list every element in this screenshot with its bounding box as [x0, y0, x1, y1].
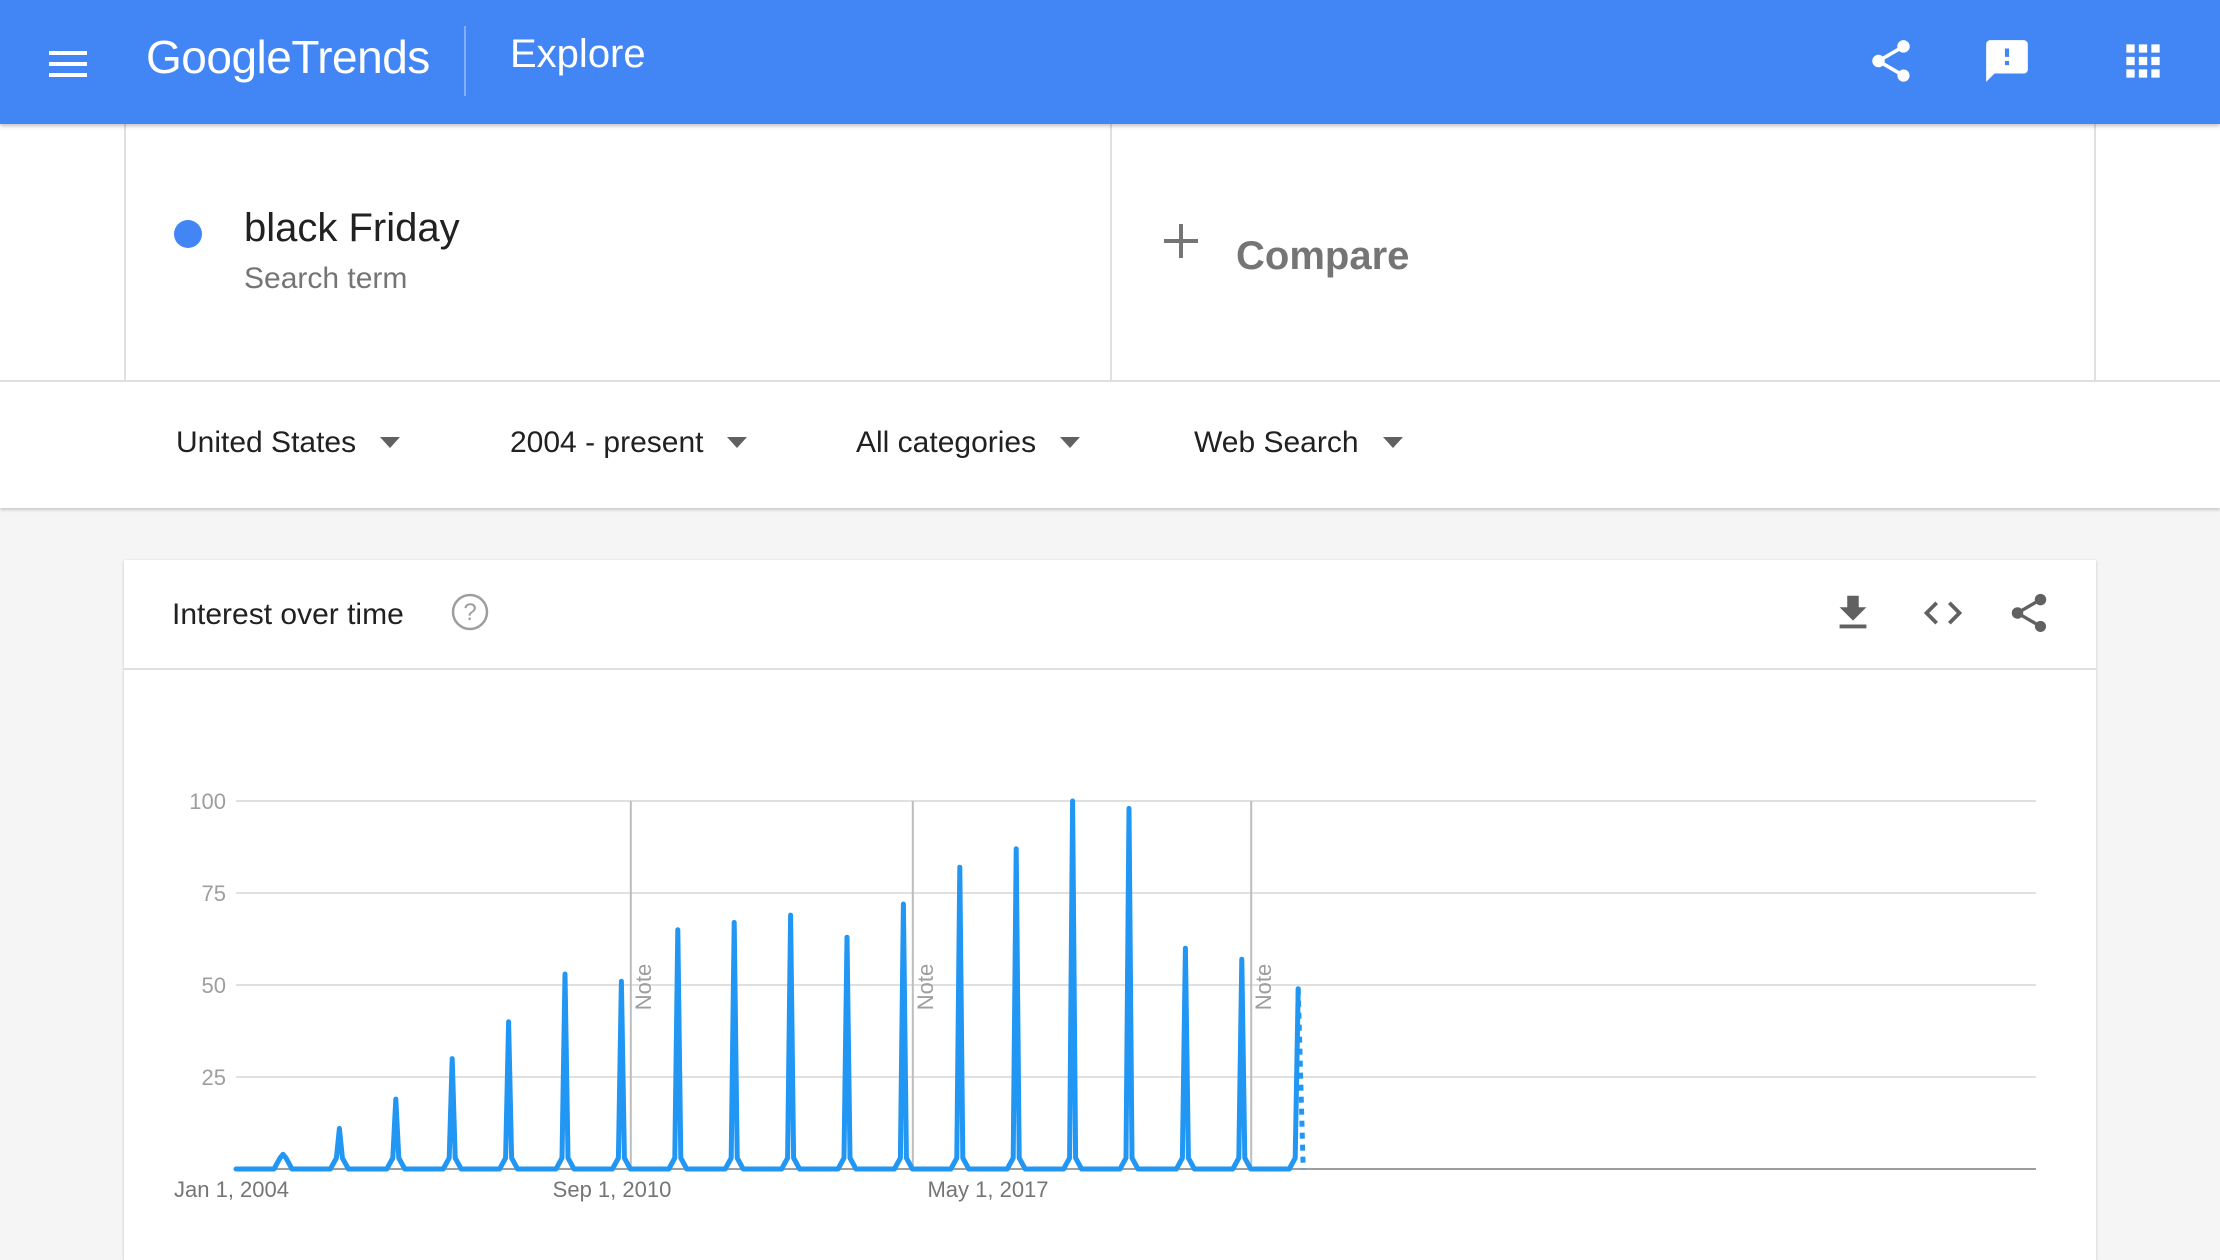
- google-trends-logo[interactable]: GoogleTrends: [146, 30, 430, 84]
- menu-icon[interactable]: [44, 44, 92, 80]
- filter-search-type[interactable]: Web Search: [1194, 426, 1403, 460]
- interest-over-time-chart[interactable]: 25 50 75 100 Note Note Note Jan 1, 2004 Sep 1, 2…: [124, 560, 2096, 1250]
- filter-bar: United States 2004 - present All categor…: [0, 382, 2220, 508]
- filter-category-label: All categories: [856, 426, 1037, 459]
- app-bar: GoogleTrends Explore: [0, 0, 2220, 124]
- page-title: Explore: [510, 32, 646, 76]
- x-tick-label: Jan 1, 2004: [174, 1177, 289, 1202]
- search-term-card[interactable]: black Friday Search term: [124, 124, 1112, 380]
- chevron-down-icon: [1060, 436, 1081, 448]
- chevron-down-icon: [380, 436, 401, 448]
- term-color-dot: [174, 220, 202, 248]
- note-label: Note: [631, 964, 656, 1010]
- chevron-down-icon: [1382, 436, 1403, 448]
- y-tick-label: 75: [202, 881, 226, 906]
- compare-button[interactable]: Compare: [1108, 124, 2096, 380]
- search-terms-panel: black Friday Search term Compare: [0, 124, 2220, 382]
- header-divider: [464, 26, 466, 96]
- note-label: Note: [1251, 964, 1276, 1010]
- term-name[interactable]: black Friday: [244, 206, 460, 251]
- x-tick-label: May 1, 2017: [927, 1177, 1048, 1202]
- filter-search-type-label: Web Search: [1194, 426, 1359, 459]
- x-tick-label: Sep 1, 2010: [553, 1177, 672, 1202]
- logo-google: Google: [146, 31, 292, 83]
- plus-icon: [1164, 224, 1198, 258]
- share-icon[interactable]: [1866, 36, 1916, 86]
- filter-region-label: United States: [176, 426, 357, 459]
- filter-time-range[interactable]: 2004 - present: [510, 426, 748, 460]
- interest-over-time-card: Interest over time ? 25 50 75 100 Note Note No…: [124, 560, 2096, 1260]
- logo-trends: Trends: [291, 31, 430, 83]
- filter-time-label: 2004 - present: [510, 426, 704, 459]
- chevron-down-icon: [727, 436, 748, 448]
- term-type: Search term: [244, 262, 408, 295]
- compare-label: Compare: [1236, 234, 1410, 278]
- filter-category[interactable]: All categories: [856, 426, 1081, 460]
- y-tick-label: 50: [202, 973, 226, 998]
- filter-region[interactable]: United States: [176, 426, 401, 460]
- y-tick-label: 25: [202, 1065, 226, 1090]
- feedback-icon[interactable]: [1982, 36, 2032, 86]
- note-label: Note: [913, 964, 938, 1010]
- y-tick-label: 100: [189, 789, 226, 814]
- apps-icon[interactable]: [2118, 36, 2168, 86]
